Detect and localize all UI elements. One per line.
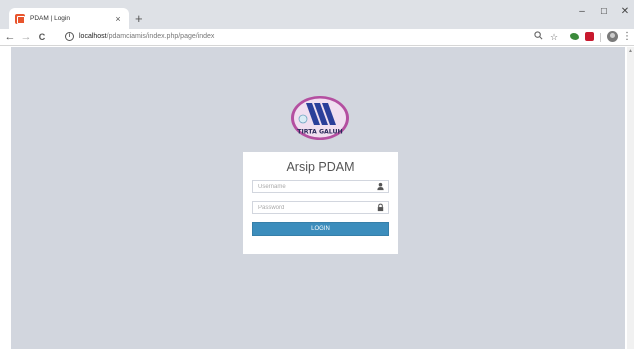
- reload-button[interactable]: C: [36, 30, 48, 44]
- tirta-galuh-logo: TIRTA GALUH: [291, 96, 349, 140]
- user-icon: [377, 182, 384, 191]
- window-minimize-button[interactable]: –: [575, 6, 589, 18]
- address-bar[interactable]: localhost/pdamciamis/index.php/page/inde…: [79, 32, 214, 42]
- tab-title: PDAM | Login: [30, 15, 70, 22]
- url-host: localhost: [79, 33, 107, 40]
- new-tab-button[interactable]: +: [135, 12, 143, 25]
- password-input[interactable]: [253, 202, 373, 213]
- profile-avatar[interactable]: [607, 31, 618, 42]
- login-title: Arsip PDAM: [286, 160, 355, 174]
- window-close-button[interactable]: ✕: [618, 6, 632, 18]
- tab-close-button[interactable]: ×: [113, 14, 123, 24]
- forward-button[interactable]: →: [20, 30, 32, 44]
- lock-icon: [377, 203, 384, 212]
- favicon-icon: [15, 13, 25, 24]
- page-viewport: TIRTA GALUH Arsip PDAM LOGIN: [11, 47, 625, 349]
- username-field[interactable]: [252, 180, 389, 193]
- login-box: Arsip PDAM LOGIN: [243, 152, 398, 254]
- page-scrollbar[interactable]: ▲: [627, 47, 634, 349]
- browser-toolbar: ← → C i localhost/pdamciamis/index.php/p…: [0, 29, 634, 46]
- username-input[interactable]: [253, 181, 373, 192]
- scroll-up-icon[interactable]: ▲: [628, 48, 633, 54]
- logo-text: TIRTA GALUH: [297, 129, 342, 136]
- login-button[interactable]: LOGIN: [252, 222, 389, 236]
- browser-menu-button[interactable]: ⋮: [622, 31, 632, 43]
- browser-tab-bar: PDAM | Login × + – ☐ ✕: [0, 0, 634, 29]
- extension-icon[interactable]: [585, 32, 594, 41]
- browser-tab[interactable]: PDAM | Login ×: [9, 8, 129, 29]
- back-button[interactable]: ←: [4, 30, 16, 44]
- star-icon[interactable]: ☆: [548, 31, 560, 43]
- url-path: /pdamciamis/index.php/page/index: [106, 33, 215, 40]
- window-maximize-button[interactable]: ☐: [597, 6, 611, 18]
- zoom-icon[interactable]: [532, 31, 544, 43]
- site-info-icon[interactable]: i: [65, 32, 74, 41]
- extension-icon[interactable]: [570, 33, 579, 40]
- toolbar-divider: [600, 33, 601, 42]
- password-field[interactable]: [252, 201, 389, 214]
